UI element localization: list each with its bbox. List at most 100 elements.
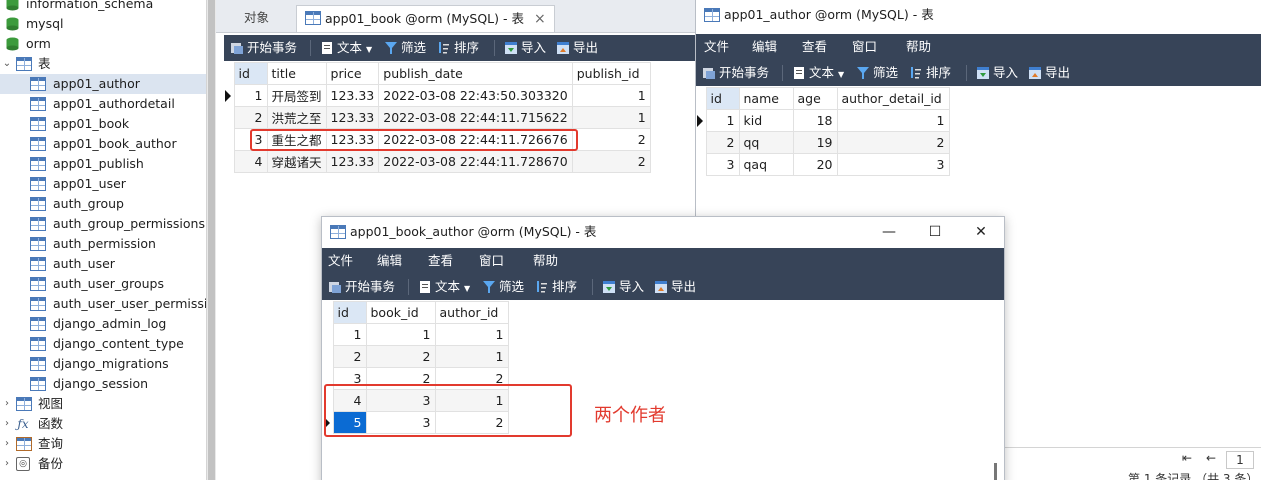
table-cell[interactable]: 1 bbox=[365, 323, 436, 346]
export-button[interactable]: 导出 bbox=[654, 274, 696, 300]
table-cell[interactable]: 2 bbox=[571, 128, 651, 151]
tree-item-table[interactable]: django_content_type bbox=[0, 334, 206, 354]
tree-item-table[interactable]: django_admin_log bbox=[0, 314, 206, 334]
sort-button[interactable]: 排序 bbox=[535, 274, 577, 300]
table-cell[interactable]: 3 bbox=[836, 153, 950, 176]
table-cell[interactable]: 1 bbox=[434, 345, 509, 368]
tree-group-backups[interactable]: › ◎ 备份 bbox=[0, 454, 206, 474]
tree-item-mysql[interactable]: mysql bbox=[0, 14, 206, 34]
table-cell[interactable]: 2 bbox=[836, 131, 950, 154]
menu-view[interactable]: 查看 bbox=[428, 248, 453, 274]
maximize-button[interactable]: ☐ bbox=[912, 217, 958, 247]
scrollbar-thumb[interactable] bbox=[208, 0, 215, 480]
export-button[interactable]: 导出 bbox=[556, 35, 598, 61]
table-cell[interactable]: 1 bbox=[836, 109, 950, 132]
table-cell[interactable]: 123.33 bbox=[325, 106, 380, 129]
menu-edit[interactable]: 编辑 bbox=[377, 248, 402, 274]
column-header[interactable]: author_id bbox=[434, 301, 509, 324]
author-data-grid[interactable]: id name age author_detail_id 1 kid 18 1 2 qq 19 2 3… bbox=[696, 87, 950, 176]
table-cell[interactable]: 2022-03-08 22:44:11.715622 bbox=[378, 106, 573, 129]
first-page-button[interactable]: ⇤ bbox=[1182, 451, 1192, 465]
tree-item-table[interactable]: auth_user_groups bbox=[0, 274, 206, 294]
column-header[interactable]: publish_id bbox=[571, 62, 651, 85]
tree-item-table[interactable]: auth_user bbox=[0, 254, 206, 274]
table-cell[interactable]: qq bbox=[738, 131, 794, 154]
book-data-grid[interactable]: id title price publish_date publish_id 1 开局签到… bbox=[224, 62, 651, 173]
tree-group-tables[interactable]: ⌄ 表 bbox=[0, 54, 206, 74]
table-row[interactable]: 2 洪荒之至 123.33 2022-03-08 22:44:11.715622 1 bbox=[224, 106, 651, 129]
tree-item-table[interactable]: app01_publish bbox=[0, 154, 206, 174]
table-cell[interactable]: 1 bbox=[434, 323, 509, 346]
menu-edit[interactable]: 编辑 bbox=[752, 34, 777, 60]
table-row[interactable]: 2 qq 19 2 bbox=[696, 131, 950, 154]
column-header[interactable]: name bbox=[738, 87, 794, 110]
tree-group-views[interactable]: › 视图 bbox=[0, 394, 206, 414]
filter-button[interactable]: 筛选 bbox=[482, 274, 524, 300]
table-cell[interactable]: 2022-03-08 22:44:11.728670 bbox=[378, 150, 573, 173]
text-view-button[interactable]: 文本 ▼ bbox=[418, 274, 470, 300]
column-header[interactable]: price bbox=[325, 62, 380, 85]
table-cell[interactable]: 洪荒之至 bbox=[266, 106, 327, 129]
menu-window[interactable]: 窗口 bbox=[852, 34, 877, 60]
vertical-scrollbar-thumb[interactable] bbox=[994, 463, 997, 480]
sort-button[interactable]: 排序 bbox=[909, 60, 951, 86]
begin-transaction-button[interactable]: 开始事务 bbox=[702, 60, 769, 86]
menu-help[interactable]: 帮助 bbox=[906, 34, 931, 60]
table-cell[interactable]: 穿越诸天 bbox=[266, 150, 327, 173]
tree-item-table[interactable]: auth_user_user_permission bbox=[0, 294, 206, 314]
page-number-input[interactable]: 1 bbox=[1226, 451, 1254, 469]
table-cell[interactable]: 19 bbox=[792, 131, 838, 154]
chevron-right-icon[interactable]: › bbox=[2, 414, 12, 434]
prev-page-button[interactable]: ← bbox=[1206, 451, 1216, 465]
tree-item-table[interactable]: django_session bbox=[0, 374, 206, 394]
tab-app01-book[interactable]: app01_book @orm (MySQL) - 表 × bbox=[296, 5, 555, 32]
close-icon[interactable]: × bbox=[534, 11, 546, 27]
menu-help[interactable]: 帮助 bbox=[533, 248, 558, 274]
table-row[interactable]: 1 kid 18 1 bbox=[696, 109, 950, 132]
menu-window[interactable]: 窗口 bbox=[479, 248, 504, 274]
table-cell[interactable]: 1 bbox=[705, 109, 740, 132]
table-cell[interactable]: 1 bbox=[332, 323, 367, 346]
column-header[interactable]: author_detail_id bbox=[836, 87, 950, 110]
table-row[interactable]: 221 bbox=[323, 345, 509, 368]
close-button[interactable]: ✕ bbox=[958, 217, 1004, 247]
column-header[interactable]: book_id bbox=[365, 301, 436, 324]
filter-button[interactable]: 筛选 bbox=[856, 60, 898, 86]
tree-item-orm[interactable]: orm bbox=[0, 34, 206, 54]
table-cell[interactable]: 2 bbox=[705, 131, 740, 154]
chevron-right-icon[interactable]: › bbox=[2, 394, 12, 414]
table-cell[interactable]: qaq bbox=[738, 153, 794, 176]
import-button[interactable]: 导入 bbox=[976, 60, 1018, 86]
filter-button[interactable]: 筛选 bbox=[384, 35, 426, 61]
table-cell[interactable]: 2 bbox=[332, 345, 367, 368]
chevron-right-icon[interactable]: › bbox=[2, 434, 12, 454]
chevron-right-icon[interactable]: › bbox=[2, 454, 12, 474]
table-cell[interactable]: 123.33 bbox=[325, 150, 380, 173]
import-button[interactable]: 导入 bbox=[602, 274, 644, 300]
table-cell[interactable]: 1 bbox=[233, 84, 268, 107]
table-cell[interactable]: 2022-03-08 22:43:50.303320 bbox=[378, 84, 573, 107]
chevron-down-icon[interactable]: ⌄ bbox=[2, 54, 12, 74]
import-button[interactable]: 导入 bbox=[504, 35, 546, 61]
tree-item-table[interactable]: app01_book_author bbox=[0, 134, 206, 154]
tree-item-table[interactable]: auth_group bbox=[0, 194, 206, 214]
table-cell[interactable]: 4 bbox=[233, 150, 268, 173]
table-cell[interactable]: 3 bbox=[705, 153, 740, 176]
tree-item-information-schema[interactable]: information_schema bbox=[0, 0, 206, 14]
column-header[interactable]: id bbox=[233, 62, 268, 85]
column-header[interactable]: id bbox=[705, 87, 740, 110]
tree-item-table[interactable]: django_migrations bbox=[0, 354, 206, 374]
column-header[interactable]: id bbox=[332, 301, 367, 324]
menu-view[interactable]: 查看 bbox=[802, 34, 827, 60]
begin-transaction-button[interactable]: 开始事务 bbox=[328, 274, 395, 300]
tab-objects[interactable]: 对象 bbox=[236, 5, 277, 32]
export-button[interactable]: 导出 bbox=[1028, 60, 1070, 86]
table-cell[interactable]: 1 bbox=[571, 106, 651, 129]
table-cell[interactable]: 123.33 bbox=[325, 84, 380, 107]
table-cell[interactable]: 2 bbox=[571, 150, 651, 173]
table-cell[interactable]: kid bbox=[738, 109, 794, 132]
column-header[interactable]: publish_date bbox=[378, 62, 573, 85]
table-cell[interactable]: 18 bbox=[792, 109, 838, 132]
column-header[interactable]: title bbox=[266, 62, 327, 85]
table-cell[interactable]: 20 bbox=[792, 153, 838, 176]
